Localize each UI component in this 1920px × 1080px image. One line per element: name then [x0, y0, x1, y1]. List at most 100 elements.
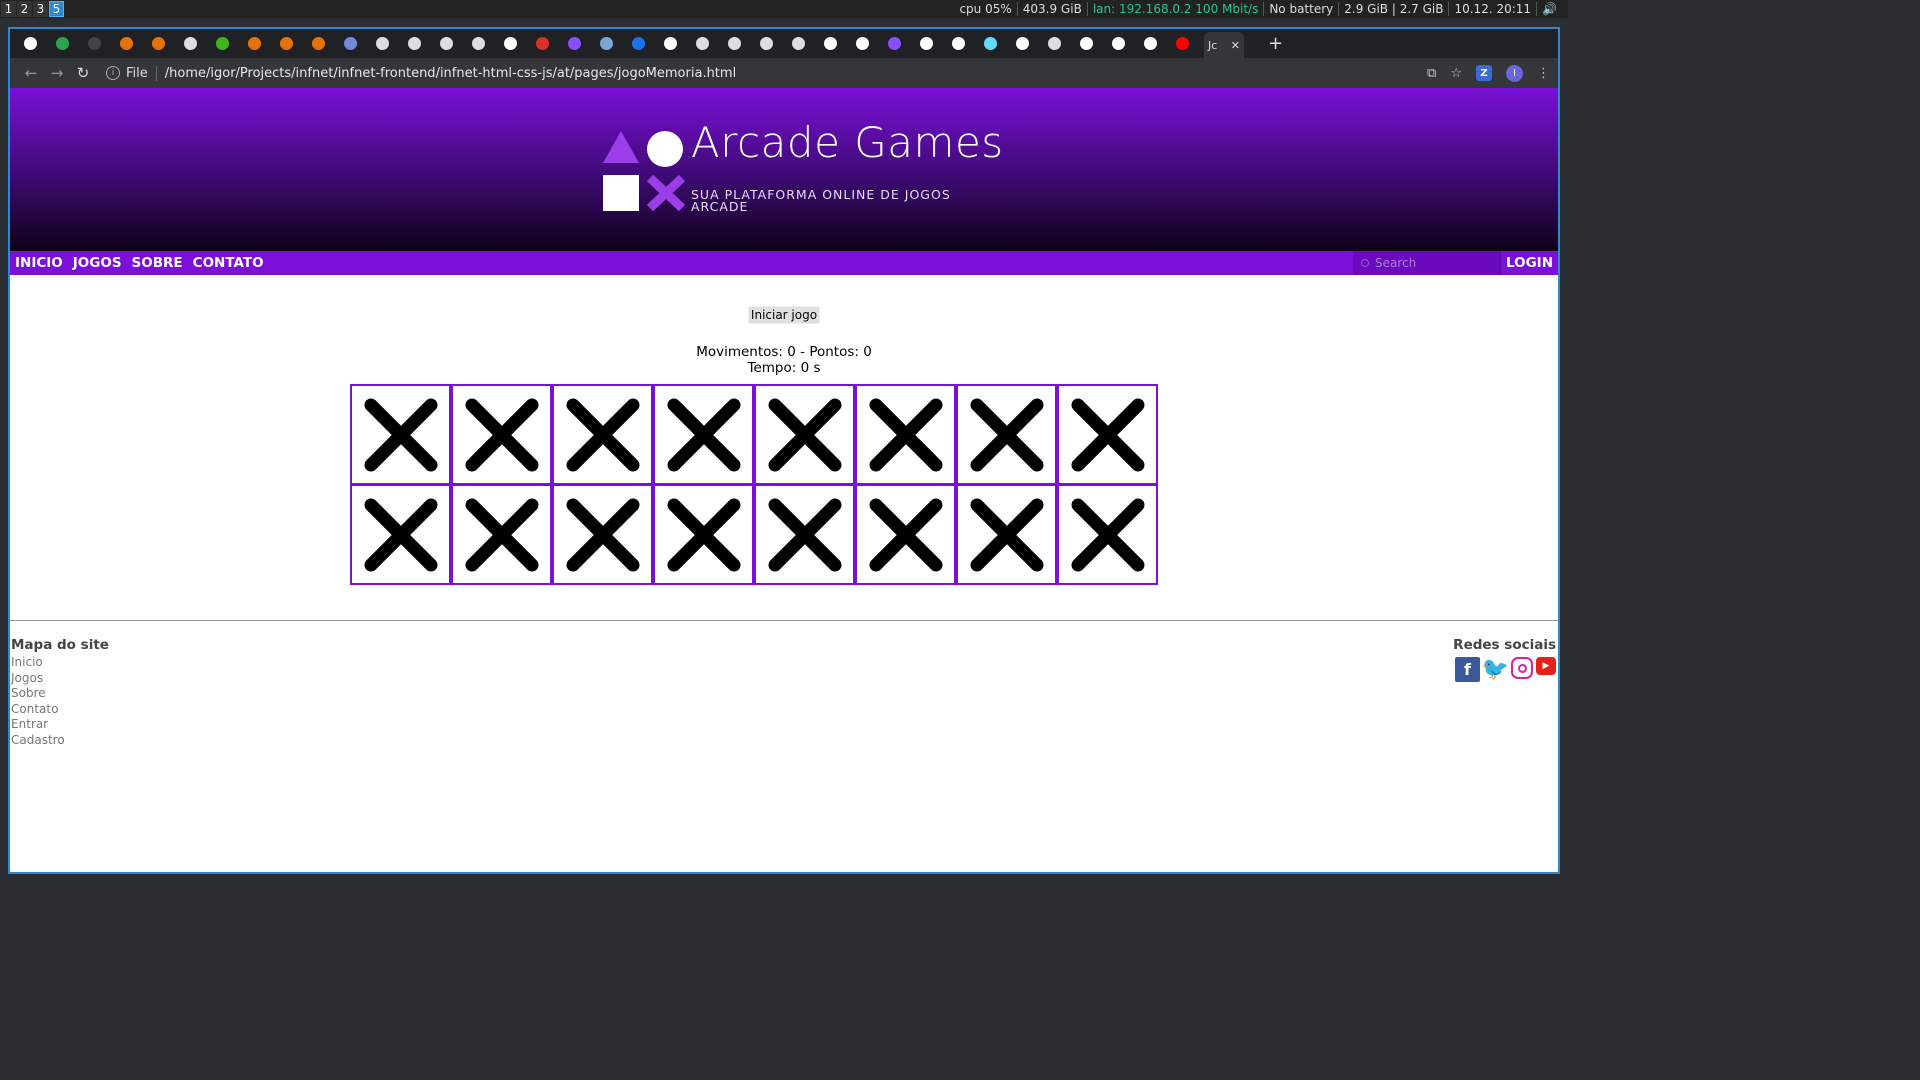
sitemap-link-inicio[interactable]: Inicio — [11, 655, 109, 671]
browser-tab[interactable] — [500, 34, 520, 54]
sitemap-link-sobre[interactable]: Sobre — [11, 686, 109, 702]
browser-tab[interactable] — [372, 34, 392, 54]
browser-tab[interactable] — [212, 34, 232, 54]
tab-favicon-icon — [247, 37, 261, 50]
memory-card[interactable] — [855, 384, 956, 485]
browser-tab[interactable] — [1044, 34, 1064, 54]
nav-contato[interactable]: CONTATO — [188, 255, 269, 271]
browser-tab[interactable] — [148, 34, 168, 54]
browser-tab[interactable] — [532, 34, 552, 54]
browser-tab[interactable] — [404, 34, 424, 54]
memory-card[interactable] — [956, 384, 1057, 485]
browser-tab[interactable] — [276, 34, 296, 54]
browser-tab[interactable] — [244, 34, 264, 54]
browser-tab[interactable] — [1108, 34, 1128, 54]
browser-tab[interactable] — [852, 34, 872, 54]
url-field[interactable]: i File /home/igor/Projects/infnet/infnet… — [106, 65, 1427, 81]
bookmark-star-icon[interactable]: ☆ — [1450, 66, 1462, 81]
active-tab[interactable]: Jc ✕ — [1204, 32, 1244, 58]
youtube-icon[interactable]: ▶ — [1536, 657, 1556, 675]
browser-tab[interactable] — [596, 34, 616, 54]
memory-card[interactable] — [350, 384, 451, 485]
browser-tab[interactable] — [52, 34, 72, 54]
memory-card[interactable] — [956, 484, 1057, 585]
profile-avatar[interactable]: I — [1506, 64, 1523, 82]
tab-favicon-icon — [151, 37, 165, 50]
forward-icon[interactable]: → — [44, 64, 70, 82]
browser-tab[interactable] — [660, 34, 680, 54]
workspace-5[interactable]: 5 — [49, 1, 64, 17]
browser-tab[interactable] — [20, 34, 40, 54]
browser-tab[interactable] — [340, 34, 360, 54]
browser-tab[interactable] — [980, 34, 1000, 54]
memory-card[interactable] — [1057, 384, 1158, 485]
browser-tab[interactable] — [180, 34, 200, 54]
volume-icon[interactable]: 🔊 — [1537, 2, 1562, 16]
browser-tab[interactable] — [916, 34, 936, 54]
browser-tab[interactable] — [756, 34, 776, 54]
memory-card[interactable] — [754, 484, 855, 585]
sitemap-link-entrar[interactable]: Entrar — [11, 717, 109, 733]
url-path[interactable]: /home/igor/Projects/infnet/infnet-fronte… — [165, 66, 736, 81]
info-icon[interactable]: i — [106, 66, 120, 80]
sitemap-link-cadastro[interactable]: Cadastro — [11, 733, 109, 749]
back-icon[interactable]: ← — [18, 64, 44, 82]
main-nav: INICIO JOGOS SOBRE CONTATO LOGIN — [10, 251, 1558, 275]
browser-tab[interactable] — [628, 34, 648, 54]
browser-tab[interactable] — [468, 34, 488, 54]
memory-card[interactable] — [754, 384, 855, 485]
memory-card[interactable] — [350, 484, 451, 585]
memory-card[interactable] — [855, 484, 956, 585]
translate-icon[interactable]: ⧉ — [1427, 66, 1436, 81]
login-link[interactable]: LOGIN — [1500, 251, 1558, 275]
workspace-2[interactable]: 2 — [17, 1, 32, 17]
tab-favicon-icon — [695, 37, 709, 50]
browser-tab[interactable] — [116, 34, 136, 54]
tab-favicon-icon — [1015, 37, 1029, 50]
sitemap: Mapa do site Inicio Jogos Sobre Contato … — [11, 637, 109, 748]
twitter-icon[interactable]: 🐦 — [1482, 657, 1509, 682]
tab-favicon-icon — [215, 37, 229, 50]
memory-card[interactable] — [653, 384, 754, 485]
start-game-button[interactable]: Iniciar jogo — [747, 306, 821, 324]
instagram-icon[interactable] — [1511, 657, 1533, 679]
memory-card[interactable] — [451, 384, 552, 485]
tab-favicon-icon — [1079, 37, 1093, 50]
memory-card[interactable] — [451, 484, 552, 585]
memory-card[interactable] — [653, 484, 754, 585]
workspace-3[interactable]: 3 — [33, 1, 48, 17]
nav-sobre[interactable]: SOBRE — [127, 255, 188, 271]
browser-tab[interactable] — [1172, 34, 1192, 54]
browser-tab[interactable] — [724, 34, 744, 54]
memory-card[interactable] — [552, 484, 653, 585]
extension-icon[interactable]: Z — [1476, 65, 1492, 81]
new-tab-button[interactable]: + — [1268, 33, 1283, 54]
browser-tab[interactable] — [788, 34, 808, 54]
menu-kebab-icon[interactable]: ⋮ — [1537, 66, 1550, 81]
browser-tab[interactable] — [1140, 34, 1160, 54]
memory-card[interactable] — [552, 384, 653, 485]
browser-tab[interactable] — [692, 34, 712, 54]
browser-tab[interactable] — [1076, 34, 1096, 54]
browser-tab[interactable] — [308, 34, 328, 54]
facebook-icon[interactable]: f — [1455, 657, 1480, 682]
workspace-1[interactable]: 1 — [1, 1, 16, 17]
search-input[interactable] — [1375, 256, 1495, 270]
reload-icon[interactable]: ↻ — [70, 64, 96, 82]
nav-inicio[interactable]: INICIO — [10, 255, 68, 271]
close-tab-icon[interactable]: ✕ — [1231, 39, 1240, 52]
browser-tab[interactable] — [564, 34, 584, 54]
browser-tab[interactable] — [948, 34, 968, 54]
game-stats: Movimentos: 0 - Pontos: 0 Tempo: 0 s — [10, 344, 1558, 376]
sitemap-link-jogos[interactable]: Jogos — [11, 671, 109, 687]
browser-tab[interactable] — [84, 34, 104, 54]
memory-card[interactable] — [1057, 484, 1158, 585]
browser-tab[interactable] — [1012, 34, 1032, 54]
tab-favicon-icon — [663, 37, 677, 50]
sitemap-link-contato[interactable]: Contato — [11, 702, 109, 718]
browser-tab[interactable] — [884, 34, 904, 54]
browser-tab[interactable] — [436, 34, 456, 54]
nav-jogos[interactable]: JOGOS — [68, 255, 127, 271]
card-back-x-icon — [768, 498, 841, 571]
browser-tab[interactable] — [820, 34, 840, 54]
